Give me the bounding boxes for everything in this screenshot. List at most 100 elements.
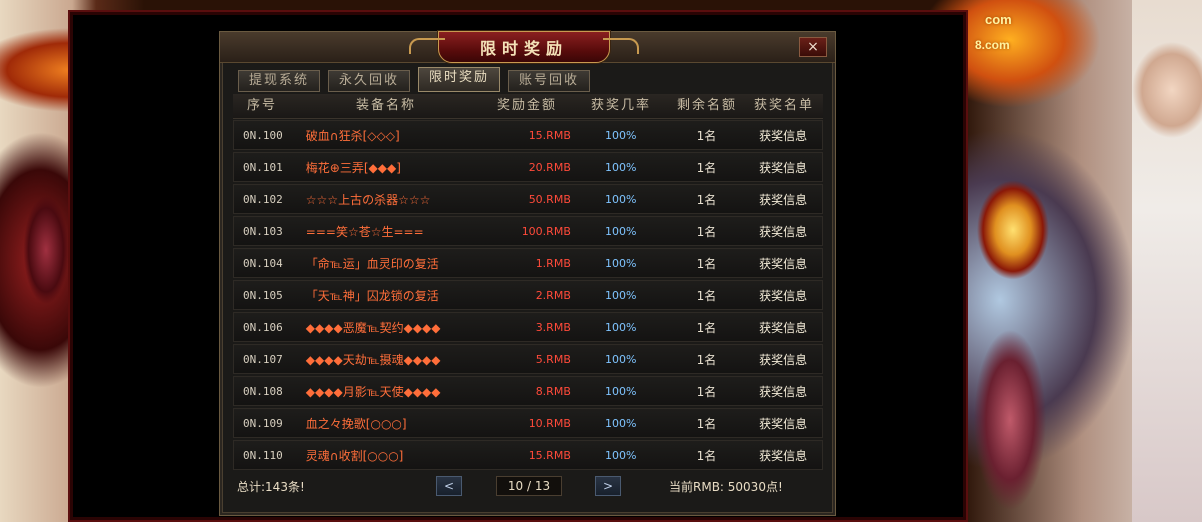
winner-info-link[interactable]: 获奖信息 bbox=[744, 319, 822, 336]
tab-account-recycle[interactable]: 账号回收 bbox=[508, 70, 591, 92]
tab-permanent-recycle[interactable]: 永久回收 bbox=[328, 70, 411, 92]
title-plate: 限时奖励 bbox=[409, 31, 639, 63]
total-count: 总计:143条! bbox=[237, 480, 305, 494]
table-row: 0N.104 「命℡运」血灵印の复活 1.RMB 100% 1名 获奖信息 bbox=[233, 248, 823, 278]
row-number: 0N.104 bbox=[243, 256, 283, 270]
win-rate: 100% bbox=[604, 160, 637, 174]
item-name: 血之々挽歌[○○○] bbox=[305, 416, 407, 431]
item-name: ◆◆◆◆恶魔℡契约◆◆◆◆ bbox=[305, 320, 441, 335]
page-indicator[interactable]: 10 / 13 bbox=[496, 476, 562, 496]
column-header-rate: 获奖几率 bbox=[590, 98, 651, 113]
row-number: 0N.103 bbox=[243, 224, 283, 238]
item-name: 破血∩狂杀[◇◇◇] bbox=[305, 128, 400, 143]
table-row: 0N.108 ◆◆◆◆月影℡天使◆◆◆◆ 8.RMB 100% 1名 获奖信息 bbox=[233, 376, 823, 406]
remaining-slots: 1名 bbox=[696, 160, 717, 175]
background-blade-art bbox=[18, 190, 73, 330]
winner-info-link[interactable]: 获奖信息 bbox=[744, 415, 822, 432]
win-rate: 100% bbox=[604, 320, 637, 334]
column-header-remaining: 剩余名额 bbox=[676, 98, 737, 113]
table-footer: 总计:143条! < 10 / 13 > 当前RMB: 50030点! bbox=[233, 474, 823, 502]
remaining-slots: 1名 bbox=[696, 288, 717, 303]
panel-title: 限时奖励 bbox=[479, 39, 568, 58]
row-number: 0N.105 bbox=[243, 288, 283, 302]
table-row: 0N.107 ◆◆◆◆天劫℡摄魂◆◆◆◆ 5.RMB 100% 1名 获奖信息 bbox=[233, 344, 823, 374]
item-name: 「命℡运」血灵印の复活 bbox=[305, 256, 439, 271]
column-header-no: 序号 bbox=[246, 98, 277, 113]
winner-info-link[interactable]: 获奖信息 bbox=[744, 159, 822, 176]
reward-amount: 3.RMB bbox=[535, 320, 571, 334]
row-number: 0N.102 bbox=[243, 192, 283, 206]
remaining-slots: 1名 bbox=[696, 416, 717, 431]
win-rate: 100% bbox=[604, 256, 637, 270]
remaining-slots: 1名 bbox=[696, 128, 717, 143]
winner-info-link[interactable]: 获奖信息 bbox=[744, 287, 822, 304]
reward-amount: 15.RMB bbox=[528, 448, 571, 462]
table-row: 0N.106 ◆◆◆◆恶魔℡契约◆◆◆◆ 3.RMB 100% 1名 获奖信息 bbox=[233, 312, 823, 342]
reward-table-body: 0N.100 破血∩狂杀[◇◇◇] 15.RMB 100% 1名 获奖信息 0N.101 梅花… bbox=[233, 120, 823, 472]
win-rate: 100% bbox=[604, 288, 637, 302]
row-number: 0N.106 bbox=[243, 320, 283, 334]
remaining-slots: 1名 bbox=[696, 224, 717, 239]
item-name: ◆◆◆◆天劫℡摄魂◆◆◆◆ bbox=[305, 352, 441, 367]
reward-amount: 5.RMB bbox=[535, 352, 571, 366]
item-name: 灵魂∩收割[○○○] bbox=[305, 448, 404, 463]
item-name: 梅花⊕三弄[◆◆◆] bbox=[305, 160, 401, 175]
remaining-slots: 1名 bbox=[696, 352, 717, 367]
table-header: 序号 装备名称 奖励金额 获奖几率 剩余名额 获奖名单 bbox=[233, 94, 823, 119]
reward-amount: 100.RMB bbox=[521, 224, 571, 238]
remaining-slots: 1名 bbox=[696, 448, 717, 463]
row-number: 0N.107 bbox=[243, 352, 283, 366]
table-row: 0N.101 梅花⊕三弄[◆◆◆] 20.RMB 100% 1名 获奖信息 bbox=[233, 152, 823, 182]
row-number: 0N.110 bbox=[243, 448, 283, 462]
column-header-winners: 获奖名单 bbox=[753, 98, 814, 113]
remaining-slots: 1名 bbox=[696, 384, 717, 399]
prev-page-button[interactable]: < bbox=[436, 476, 462, 496]
row-number: 0N.100 bbox=[243, 128, 283, 142]
reward-panel: 限时奖励 × 提现系统 永久回收 限时奖励 账号回收 序号 装备名称 奖励金额 … bbox=[219, 31, 836, 516]
item-name: ===笑☆苍☆生=== bbox=[305, 224, 424, 239]
win-rate: 100% bbox=[604, 384, 637, 398]
table-row: 0N.110 灵魂∩收割[○○○] 15.RMB 100% 1名 获奖信息 bbox=[233, 440, 823, 470]
winner-info-link[interactable]: 获奖信息 bbox=[744, 191, 822, 208]
table-row: 0N.103 ===笑☆苍☆生=== 100.RMB 100% 1名 获奖信息 bbox=[233, 216, 823, 246]
winner-info-link[interactable]: 获奖信息 bbox=[744, 255, 822, 272]
reward-amount: 15.RMB bbox=[528, 128, 571, 142]
winner-info-link[interactable]: 获奖信息 bbox=[744, 127, 822, 144]
winner-info-link[interactable]: 获奖信息 bbox=[744, 383, 822, 400]
table-row: 0N.102 ☆☆☆上古の杀器☆☆☆ 50.RMB 100% 1名 获奖信息 bbox=[233, 184, 823, 214]
tab-withdraw[interactable]: 提现系统 bbox=[238, 70, 321, 92]
winner-info-link[interactable]: 获奖信息 bbox=[744, 223, 822, 240]
winner-info-link[interactable]: 获奖信息 bbox=[744, 447, 822, 464]
tab-limited-reward[interactable]: 限时奖励 bbox=[418, 67, 501, 92]
item-name: ☆☆☆上古の杀器☆☆☆ bbox=[305, 192, 431, 207]
win-rate: 100% bbox=[604, 416, 637, 430]
row-number: 0N.108 bbox=[243, 384, 283, 398]
row-number: 0N.109 bbox=[243, 416, 283, 430]
item-name: ◆◆◆◆月影℡天使◆◆◆◆ bbox=[305, 384, 441, 399]
remaining-slots: 1名 bbox=[696, 256, 717, 271]
win-rate: 100% bbox=[604, 352, 637, 366]
background-warrior-art bbox=[970, 300, 1050, 522]
reward-amount: 10.RMB bbox=[528, 416, 571, 430]
reward-amount: 20.RMB bbox=[528, 160, 571, 174]
background-game-logo bbox=[968, 170, 1068, 290]
next-page-button[interactable]: > bbox=[595, 476, 621, 496]
reward-amount: 8.RMB bbox=[535, 384, 571, 398]
row-number: 0N.101 bbox=[243, 160, 283, 174]
winner-info-link[interactable]: 获奖信息 bbox=[744, 351, 822, 368]
table-row: 0N.105 「天℡神」囚龙锁の复活 2.RMB 100% 1名 获奖信息 bbox=[233, 280, 823, 310]
column-header-name: 装备名称 bbox=[355, 98, 416, 113]
table-row: 0N.100 破血∩狂杀[◇◇◇] 15.RMB 100% 1名 获奖信息 bbox=[233, 120, 823, 150]
win-rate: 100% bbox=[604, 128, 637, 142]
reward-amount: 1.RMB bbox=[535, 256, 571, 270]
background-watermark: com bbox=[985, 12, 1012, 27]
reward-amount: 50.RMB bbox=[528, 192, 571, 206]
item-name: 「天℡神」囚龙锁の复活 bbox=[305, 288, 439, 303]
panel-titlebar: 限时奖励 × bbox=[220, 31, 835, 63]
current-rmb-balance: 当前RMB: 50030点! bbox=[669, 480, 783, 494]
background-character-art bbox=[1132, 0, 1202, 522]
win-rate: 100% bbox=[604, 192, 637, 206]
column-header-amount: 奖励金额 bbox=[496, 98, 557, 113]
background-watermark-2: 8.com bbox=[975, 38, 1010, 52]
close-button[interactable]: × bbox=[799, 37, 827, 57]
